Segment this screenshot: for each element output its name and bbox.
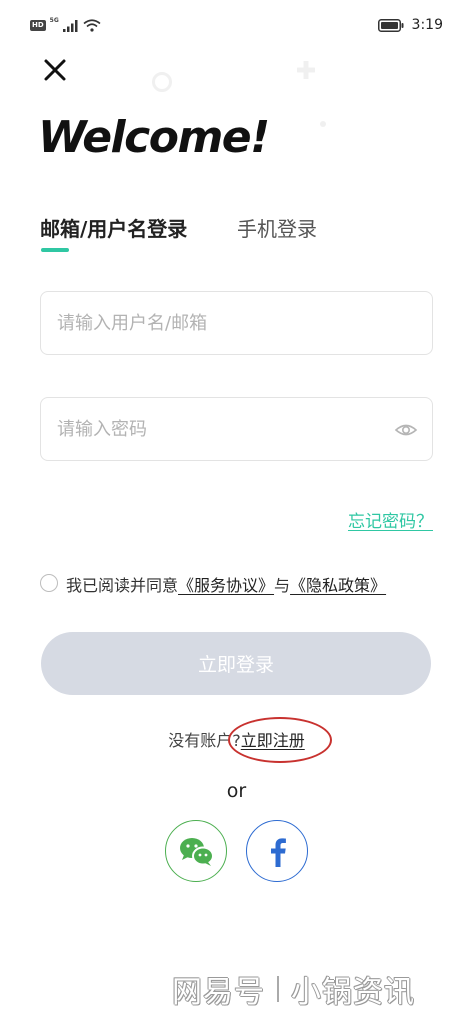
eye-icon <box>394 424 418 436</box>
close-icon <box>44 59 66 81</box>
watermark: 网易号 小锅资讯 <box>172 967 415 1011</box>
wechat-icon <box>180 838 214 866</box>
watermark-separator <box>277 976 279 1002</box>
signal-icon <box>62 19 78 32</box>
network-label: 5G <box>49 17 59 24</box>
tab-phone-login[interactable]: 手机登录 <box>237 213 317 242</box>
agreement-text: 我已阅读并同意《服务协议》与《隐私政策》 <box>66 572 386 596</box>
username-field <box>40 291 433 355</box>
agreement-conjunction: 与 <box>274 576 291 595</box>
facebook-icon <box>271 838 286 867</box>
decorative-ring <box>152 72 172 92</box>
watermark-source: 网易号 <box>172 975 265 1010</box>
or-divider: or <box>226 780 247 802</box>
agreement-prefix: 我已阅读并同意 <box>66 576 179 595</box>
watermark-author: 小锅资讯 <box>291 975 415 1010</box>
facebook-login-button[interactable] <box>246 820 308 882</box>
tab-email-login[interactable]: 邮箱/用户名登录 <box>40 213 187 242</box>
register-prompt: 没有账户? <box>168 731 241 750</box>
status-left: HD 5G <box>30 17 101 32</box>
wechat-login-button[interactable] <box>165 820 227 882</box>
wifi-icon <box>83 19 101 32</box>
agreement-checkbox[interactable] <box>40 574 58 592</box>
username-input[interactable] <box>57 292 377 354</box>
register-row: 没有账户?立即注册 <box>0 727 473 751</box>
hd-badge: HD <box>30 20 46 31</box>
show-password-toggle[interactable] <box>394 418 418 442</box>
decorative-plus-icon <box>297 61 315 79</box>
status-right: 3:19 <box>377 17 443 33</box>
close-button[interactable] <box>40 55 70 85</box>
terms-of-service-link[interactable]: 《服务协议》 <box>178 576 274 595</box>
status-time: 3:19 <box>411 17 443 33</box>
active-tab-indicator <box>41 248 69 252</box>
page-title: Welcome! <box>38 112 270 163</box>
password-input[interactable] <box>57 398 377 460</box>
battery-icon <box>377 18 404 32</box>
decorative-dot <box>320 121 326 127</box>
register-link[interactable]: 立即注册 <box>241 731 305 750</box>
password-field <box>40 397 433 461</box>
login-button[interactable]: 立即登录 <box>41 632 431 695</box>
privacy-policy-link[interactable]: 《隐私政策》 <box>290 576 386 595</box>
forgot-password-link[interactable]: 忘记密码？ <box>348 507 433 532</box>
status-bar: HD 5G 3:19 <box>0 0 473 52</box>
